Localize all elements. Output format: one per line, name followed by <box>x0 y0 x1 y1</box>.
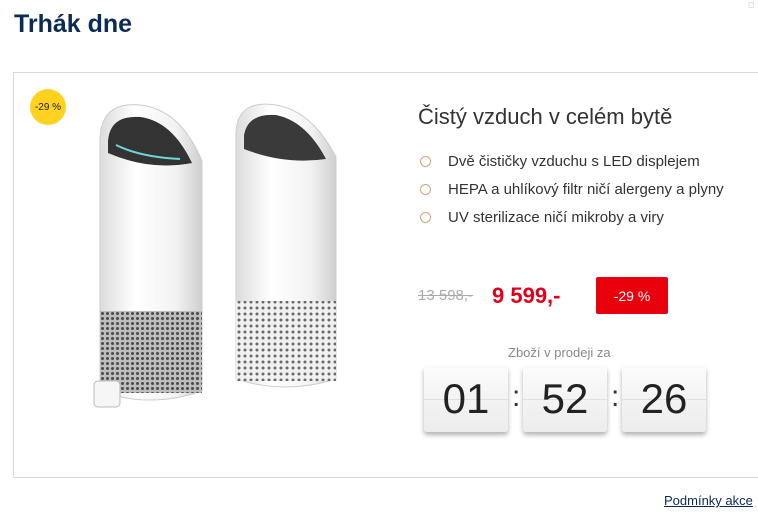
feature-item: UV sterilizace ničí mikroby a viry <box>418 207 728 228</box>
countdown-seconds: 26 <box>622 366 706 432</box>
feature-text: Dvě čističky vzduchu s LED displejem <box>448 153 700 170</box>
circle-bullet-icon <box>420 212 431 223</box>
terms-link[interactable]: Podmínky akce <box>664 493 753 508</box>
feature-item: HEPA a uhlíkový filtr ničí alergeny a pl… <box>418 179 728 200</box>
corner-mark: ◻ <box>748 0 755 9</box>
feature-item: Dvě čističky vzduchu s LED displejem <box>418 151 728 172</box>
countdown-separator: : <box>512 380 521 413</box>
feature-text: HEPA a uhlíkový filtr ničí alergeny a pl… <box>448 181 724 198</box>
countdown-label: Zboží v prodeji za <box>508 345 611 360</box>
deal-card[interactable]: -29 % Čistý vzduch v celém bytě Dvě čist… <box>13 72 758 478</box>
page-title: Trhák dne <box>14 10 133 38</box>
discount-label: -29 % <box>596 277 668 314</box>
new-price: 9 599,- <box>492 283 561 308</box>
price-row: 13 598,- 9 599,- -29 % <box>418 277 718 315</box>
feature-list: Dvě čističky vzduchu s LED displejem HEP… <box>418 151 728 235</box>
circle-bullet-icon <box>420 156 431 167</box>
countdown-minutes: 52 <box>523 366 607 432</box>
countdown-separator: : <box>611 380 620 413</box>
circle-bullet-icon <box>420 184 431 195</box>
discount-badge: -29 % <box>30 89 66 125</box>
countdown-hours: 01 <box>424 366 508 432</box>
page: ◻ Trhák dne -29 % Čistý vzduch v celém b… <box>0 0 758 515</box>
product-image[interactable] <box>80 101 350 421</box>
deal-title: Čistý vzduch v celém bytě <box>418 104 673 129</box>
old-price: 13 598,- <box>418 287 474 304</box>
feature-text: UV sterilizace ničí mikroby a viry <box>448 209 664 226</box>
